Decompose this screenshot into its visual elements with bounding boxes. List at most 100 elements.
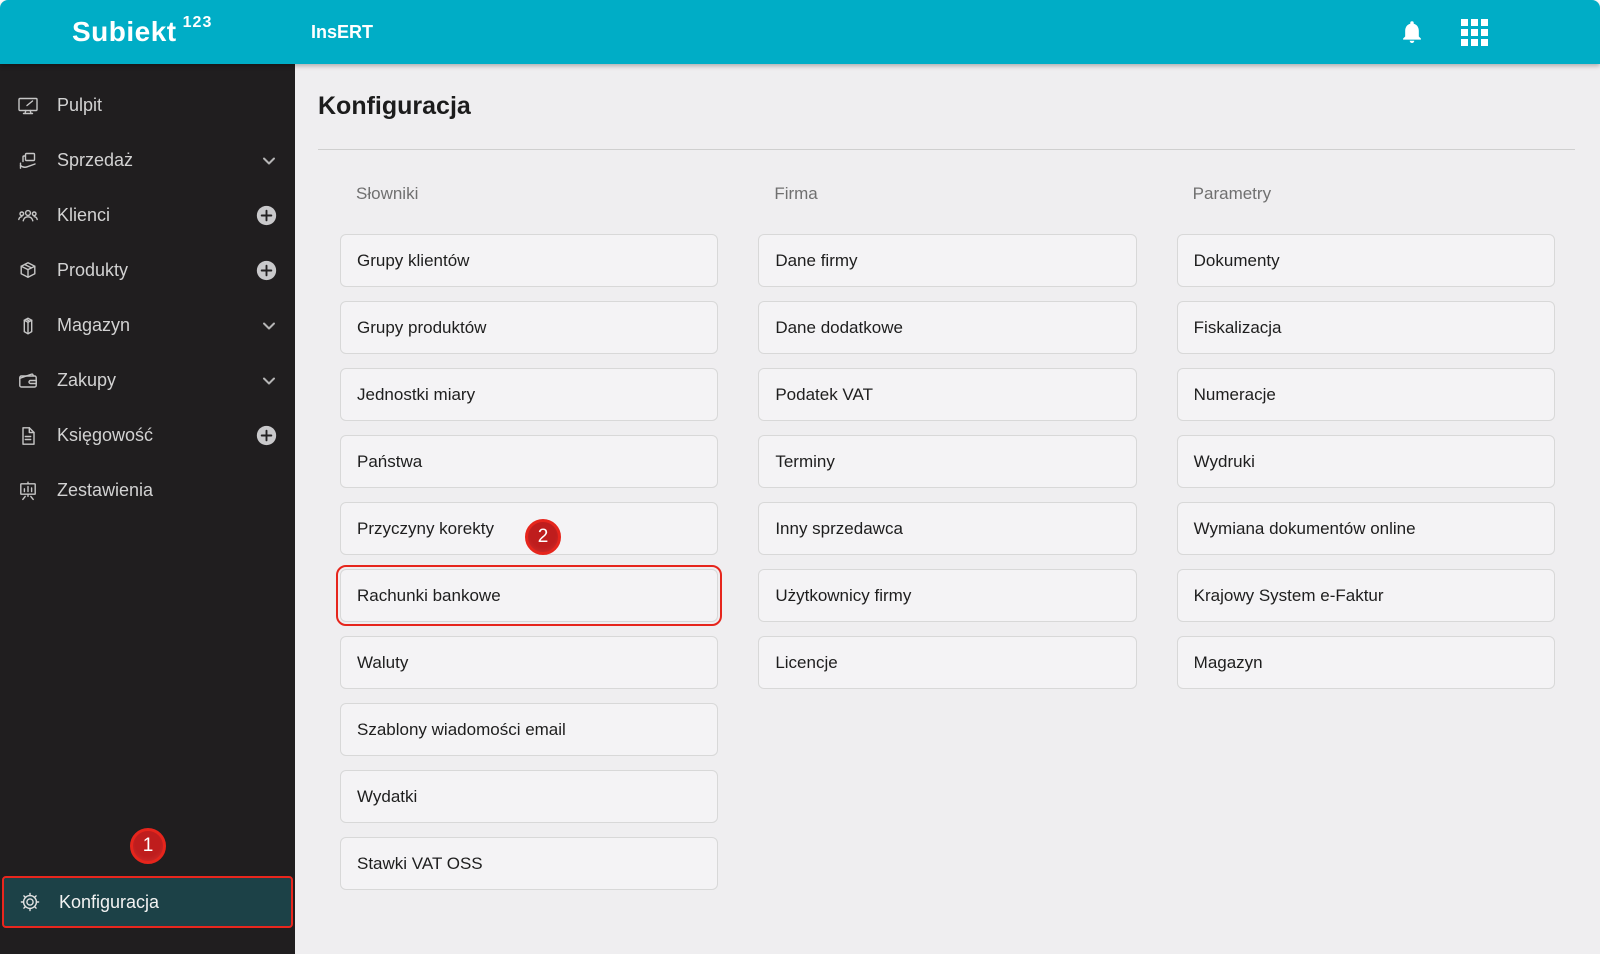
config-card[interactable]: Grupy produktów xyxy=(340,301,719,354)
card-list: Grupy klientów Grupy produktów Jednostki… xyxy=(335,234,723,890)
config-card[interactable]: Jednostki miary xyxy=(340,368,719,421)
config-card-label: Jednostki miary xyxy=(357,384,476,404)
config-card[interactable]: Grupy klientów xyxy=(340,234,719,287)
gear-icon xyxy=(18,890,42,914)
apps-grid-icon[interactable] xyxy=(1460,18,1488,46)
config-card-label: Państwa xyxy=(357,451,423,471)
logo-brand: Subiekt xyxy=(72,16,177,47)
config-card-label: Inny sprzedawca xyxy=(775,518,903,538)
sidebar-item-label: Konfiguracja xyxy=(59,891,160,912)
config-columns: Słowniki Grupy klientów Grupy produktów … xyxy=(295,150,1600,904)
clients-icon xyxy=(16,204,40,228)
config-card[interactable]: Wydatki xyxy=(340,770,719,823)
config-card-label: Numeracje xyxy=(1193,384,1276,404)
config-card[interactable]: Waluty xyxy=(340,636,719,689)
config-column: Parametry Dokumenty Fiskalizacja Numerac… xyxy=(1176,150,1555,703)
config-card[interactable]: Inny sprzedawca xyxy=(758,502,1137,555)
config-card-label: Przyczyny korekty xyxy=(357,518,494,538)
sidebar-item-konfiguracja[interactable]: Konfiguracja xyxy=(2,876,293,928)
bell-icon[interactable] xyxy=(1398,18,1426,46)
products-icon xyxy=(16,259,40,283)
config-card-label: Waluty xyxy=(357,652,409,672)
reports-icon xyxy=(16,479,40,503)
config-card-label: Grupy klientów xyxy=(357,250,470,270)
sidebar-item-accounting[interactable]: Księgowość xyxy=(0,408,295,463)
topbar-actions xyxy=(1398,0,1600,64)
topbar: Subiekt 123 InsERT xyxy=(0,0,1600,64)
sidebar: Pulpit Sprzedaż Klienci Produkty Magazyn… xyxy=(0,64,295,954)
config-card[interactable]: Podatek VAT xyxy=(758,368,1137,421)
config-column: Firma Dane firmy Dane dodatkowe Podatek … xyxy=(758,150,1137,703)
config-card[interactable]: Wymiana dokumentów online xyxy=(1176,502,1555,555)
sidebar-item-label: Magazyn xyxy=(57,315,131,335)
sidebar-item-products[interactable]: Produkty xyxy=(0,243,295,298)
config-card-label: Fiskalizacja xyxy=(1193,317,1282,337)
config-card-label: Użytkownicy firmy xyxy=(775,585,912,605)
main-content: Konfiguracja Słowniki Grupy klientów Gru… xyxy=(295,64,1600,954)
config-card-label: Licencje xyxy=(775,652,838,672)
card-list: Dane firmy Dane dodatkowe Podatek VAT Te… xyxy=(758,234,1137,689)
chevron-down-icon xyxy=(261,318,277,334)
sidebar-item-desktop[interactable]: Pulpit xyxy=(0,78,295,133)
page-title: Konfiguracja xyxy=(318,92,471,120)
config-card-label: Krajowy System e-Faktur xyxy=(1193,585,1384,605)
config-card[interactable]: Rachunki bankowe xyxy=(335,565,723,626)
sidebar-item-label: Pulpit xyxy=(57,95,103,115)
config-card[interactable]: Dane dodatkowe xyxy=(758,301,1137,354)
config-card-label: Wymiana dokumentów online xyxy=(1193,518,1416,538)
config-card-label: Wydruki xyxy=(1193,451,1255,471)
logo-superscript: 123 xyxy=(182,14,213,31)
column-header: Firma xyxy=(774,184,818,203)
config-card-label: Rachunki bankowe xyxy=(357,585,501,605)
plus-circle-icon[interactable] xyxy=(256,260,277,281)
sidebar-item-label: Zakupy xyxy=(57,370,117,390)
config-card-label: Wydatki xyxy=(357,786,418,806)
config-card[interactable]: Licencje xyxy=(758,636,1137,689)
sidebar-item-label: Sprzedaż xyxy=(57,150,134,170)
config-card-label: Dokumenty xyxy=(1193,250,1280,270)
config-card-label: Stawki VAT OSS xyxy=(357,853,483,873)
config-card[interactable]: Przyczyny korekty 2 xyxy=(340,502,719,555)
sidebar-item-label: Produkty xyxy=(57,260,129,280)
config-card-label: Magazyn xyxy=(1193,652,1263,672)
config-card[interactable]: Wydruki xyxy=(1176,435,1555,488)
accounting-icon xyxy=(16,424,40,448)
config-card[interactable]: Terminy xyxy=(758,435,1137,488)
sidebar-menu: Pulpit Sprzedaż Klienci Produkty Magazyn… xyxy=(0,64,295,518)
config-card[interactable]: Dokumenty xyxy=(1176,234,1555,287)
config-card[interactable]: Dane firmy xyxy=(758,234,1137,287)
sidebar-item-warehouse[interactable]: Magazyn xyxy=(0,298,295,353)
config-card[interactable]: Użytkownicy firmy xyxy=(758,569,1137,622)
config-card[interactable]: Fiskalizacja xyxy=(1176,301,1555,354)
config-card[interactable]: Magazyn xyxy=(1176,636,1555,689)
column-header: Parametry xyxy=(1192,184,1272,203)
plus-circle-icon[interactable] xyxy=(256,205,277,226)
sidebar-item-clients[interactable]: Klienci xyxy=(0,188,295,243)
warehouse-icon xyxy=(16,314,40,338)
sidebar-item-sales[interactable]: Sprzedaż xyxy=(0,133,295,188)
config-card-label: Terminy xyxy=(775,451,835,471)
annotation-step-2: 2 xyxy=(525,519,561,555)
config-column: Słowniki Grupy klientów Grupy produktów … xyxy=(335,150,723,904)
app-window: Subiekt 123 InsERT Pulpit Sprzedaż Klien xyxy=(0,0,1600,954)
sidebar-item-label: Zestawienia xyxy=(57,480,154,500)
config-card[interactable]: Stawki VAT OSS xyxy=(340,837,719,890)
config-card[interactable]: Numeracje xyxy=(1176,368,1555,421)
config-card-label: Grupy produktów xyxy=(357,317,487,337)
config-card[interactable]: Państwa xyxy=(340,435,719,488)
desktop-icon xyxy=(16,94,40,118)
annotation-step-1: 1 xyxy=(130,828,166,864)
chevron-down-icon xyxy=(261,373,277,389)
sidebar-item-reports[interactable]: Zestawienia xyxy=(0,463,295,518)
config-card[interactable]: Szablony wiadomości email xyxy=(340,703,719,756)
product-name: InsERT xyxy=(311,21,374,42)
config-card-label: Podatek VAT xyxy=(775,384,873,404)
column-header: Słowniki xyxy=(356,184,419,203)
config-card[interactable]: Krajowy System e-Faktur xyxy=(1176,569,1555,622)
purchases-icon xyxy=(16,369,40,393)
sidebar-item-purchases[interactable]: Zakupy xyxy=(0,353,295,408)
card-list: Dokumenty Fiskalizacja Numeracje Wydruki… xyxy=(1176,234,1555,689)
plus-circle-icon[interactable] xyxy=(256,425,277,446)
sales-icon xyxy=(16,149,40,173)
app-logo: Subiekt 123 xyxy=(0,14,295,49)
